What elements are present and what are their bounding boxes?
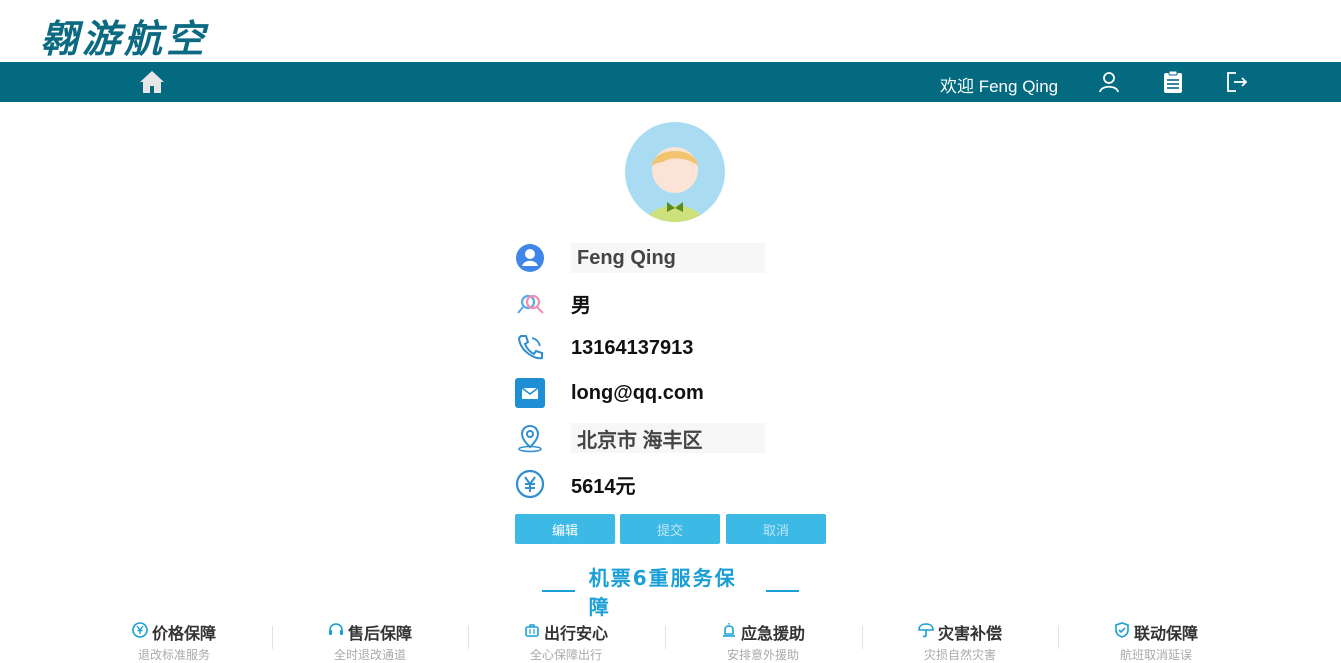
heading-line-right bbox=[766, 590, 799, 592]
service-title: 联动保障 bbox=[1133, 624, 1198, 643]
edit-button[interactable]: 编辑 bbox=[515, 514, 615, 544]
profile-phone-row: 13164137913 bbox=[515, 332, 693, 364]
profile-address-row: 北京市 海丰区 bbox=[515, 422, 765, 454]
email-value: long@qq.com bbox=[571, 381, 704, 404]
shield-check-icon bbox=[1114, 622, 1130, 642]
balance-value: 5614元 bbox=[571, 475, 636, 498]
heading-line-left bbox=[542, 590, 575, 592]
alarm-icon bbox=[721, 622, 737, 642]
logout-icon[interactable] bbox=[1225, 70, 1249, 94]
phone-icon bbox=[515, 333, 545, 363]
services-title: 机票6重服务保障 bbox=[588, 566, 737, 619]
address-field[interactable]: 北京市 海丰区 bbox=[571, 423, 765, 453]
service-item-price[interactable]: 价格保障 退改标准服务 bbox=[76, 620, 272, 663]
service-item-linked[interactable]: 联动保障 航班取消延误 bbox=[1058, 620, 1254, 663]
umbrella-icon bbox=[918, 622, 934, 642]
service-item-emergency[interactable]: 应急援助 安排意外援助 bbox=[665, 620, 861, 663]
mail-icon bbox=[515, 378, 545, 408]
service-item-aftersale[interactable]: 售后保障 全时退改通道 bbox=[272, 620, 468, 663]
service-title: 应急援助 bbox=[740, 624, 805, 643]
home-icon[interactable] bbox=[139, 70, 165, 94]
user-circle-icon bbox=[515, 243, 545, 273]
gender-value: 男 bbox=[571, 294, 591, 317]
service-title: 价格保障 bbox=[151, 624, 216, 643]
phone-value: 13164137913 bbox=[571, 336, 694, 359]
gender-icon bbox=[515, 288, 545, 318]
service-title: 售后保障 bbox=[347, 624, 412, 643]
suitcase-icon bbox=[524, 622, 540, 642]
name-field[interactable]: Feng Qing bbox=[571, 243, 765, 273]
top-navbar: 欢迎 Feng Qing bbox=[0, 62, 1341, 102]
user-profile-icon[interactable] bbox=[1097, 70, 1121, 94]
location-pin-icon bbox=[515, 423, 545, 453]
service-title: 出行安心 bbox=[543, 624, 608, 643]
service-item-disaster[interactable]: 灾害补偿 灾损自然灾害 bbox=[862, 620, 1058, 663]
brand-logo: 翱游航空 bbox=[40, 16, 209, 61]
profile-gender-row: 男 bbox=[515, 287, 591, 319]
service-item-travel[interactable]: 出行安心 全心保障出行 bbox=[468, 620, 664, 663]
headset-icon bbox=[328, 622, 344, 642]
yuan-circle-icon bbox=[132, 622, 148, 642]
profile-email-row: long@qq.com bbox=[515, 377, 704, 409]
profile-name-row: Feng Qing bbox=[515, 242, 765, 274]
cancel-button[interactable]: 取消 bbox=[726, 514, 826, 544]
yuan-coin-icon bbox=[515, 469, 545, 499]
orders-clipboard-icon[interactable] bbox=[1161, 70, 1185, 94]
submit-button[interactable]: 提交 bbox=[620, 514, 720, 544]
welcome-text: 欢迎 Feng Qing bbox=[940, 77, 1059, 96]
profile-balance-row: 5614元 bbox=[515, 468, 636, 500]
service-title: 灾害补偿 bbox=[937, 624, 1002, 643]
services-heading: 机票6重服务保障 bbox=[528, 566, 813, 619]
user-avatar bbox=[625, 122, 725, 222]
